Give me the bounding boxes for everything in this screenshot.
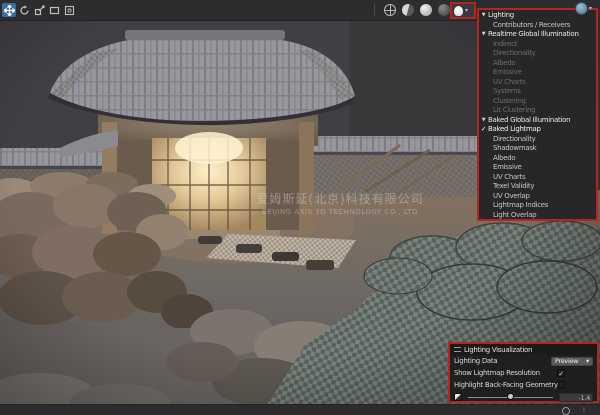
move-tool[interactable] xyxy=(2,3,16,17)
move-icon xyxy=(4,5,15,16)
menu-item-contributors-receivers[interactable]: Contributors / Receivers xyxy=(479,21,596,31)
menu-item-emissive[interactable]: Emissive xyxy=(479,163,596,173)
rotate-icon xyxy=(19,5,30,16)
panel-title: Lighting Visualization xyxy=(464,346,532,354)
exposure-row: -1.4 xyxy=(450,391,597,403)
menu-item-label: UV Charts xyxy=(488,173,525,183)
menu-item-label: UV Charts xyxy=(488,78,525,88)
lighting-debug-menu: ▼LightingContributors / Receivers▼Realti… xyxy=(477,8,598,221)
rect-tool[interactable] xyxy=(47,3,61,17)
menu-item-baked-lightmap[interactable]: ✓Baked Lightmap xyxy=(479,125,596,135)
gradient-swatch-icon xyxy=(454,393,462,401)
menu-item-systems[interactable]: Systems xyxy=(479,87,596,97)
wireframe-sphere-icon[interactable] xyxy=(384,4,396,16)
transform-tool[interactable] xyxy=(62,3,76,17)
menu-item-label: Systems xyxy=(488,87,521,97)
menu-item-label: Light Overlap xyxy=(488,211,536,221)
alert-icon[interactable]: ! xyxy=(580,407,588,415)
menu-item-clustering[interactable]: Clustering xyxy=(479,97,596,107)
menu-item-label: Baked Lightmap xyxy=(488,125,541,135)
camera-icon xyxy=(575,2,588,15)
lighting-visualization-panel: Lighting Visualization Lighting Data Pre… xyxy=(448,342,599,403)
menu-item-uv-charts[interactable]: UV Charts xyxy=(479,173,596,183)
menu-item-uv-overlap[interactable]: UV Overlap xyxy=(479,192,596,202)
activity-icon[interactable] xyxy=(562,407,570,415)
menu-item-label: Emissive xyxy=(488,68,521,78)
status-bar: ! xyxy=(0,404,600,415)
menu-item-indirect[interactable]: Indirect xyxy=(479,40,596,50)
exposure-slider[interactable] xyxy=(468,392,553,402)
shaded-sphere-icon[interactable] xyxy=(420,4,432,16)
show-lightmap-resolution-row: Show Lightmap Resolution ✓ xyxy=(450,367,597,379)
chevron-down-icon: ▾ xyxy=(589,5,592,12)
menu-item-label: Indirect xyxy=(488,40,517,50)
menu-item-label: UV Overlap xyxy=(488,192,530,202)
unity-scene-window: 爱姆斯延(北京)科技有限公司 BEIJING AXIS 3D TECHNOLOG… xyxy=(0,0,600,415)
check-icon: ✓ xyxy=(479,125,488,135)
menu-item-directionality[interactable]: Directionality xyxy=(479,49,596,59)
menu-item-label: Directionality xyxy=(488,49,536,59)
menu-item-label: Realtime Global Illumination xyxy=(488,30,579,40)
menu-item-baked-global-illumination[interactable]: ▼Baked Global Illumination xyxy=(479,116,596,126)
scale-tool[interactable] xyxy=(32,3,46,17)
menu-item-label: Emissive xyxy=(488,163,521,173)
highlight-backfacing-row: Highlight Back-Facing Geometry xyxy=(450,379,597,391)
camera-settings-button[interactable]: ▾ xyxy=(575,2,592,15)
dark-sphere-icon[interactable] xyxy=(438,4,450,16)
menu-item-label: Albedo xyxy=(488,154,515,164)
menu-item-albedo[interactable]: Albedo xyxy=(479,59,596,69)
menu-item-emissive[interactable]: Emissive xyxy=(479,68,596,78)
panel-titlebar[interactable]: Lighting Visualization xyxy=(450,344,597,355)
menu-item-texel-validity[interactable]: Texel Validity xyxy=(479,182,596,192)
foldout-triangle-icon: ▼ xyxy=(479,30,488,40)
menu-item-uv-charts[interactable]: UV Charts xyxy=(479,78,596,88)
highlight-backfacing-checkbox[interactable] xyxy=(558,381,565,389)
transform-icon xyxy=(64,5,75,16)
lighting-debug-mode-button[interactable]: ▾ xyxy=(450,2,476,19)
lighting-data-dropdown[interactable]: Preview ▾ xyxy=(551,357,593,366)
menu-item-shadowmask[interactable]: Shadowmask xyxy=(479,144,596,154)
chevron-down-icon: ▾ xyxy=(586,357,589,365)
menu-item-lit-clustering[interactable]: Lit Clustering xyxy=(479,106,596,116)
highlight-backfacing-label: Highlight Back-Facing Geometry xyxy=(454,381,558,389)
menu-item-realtime-global-illumination[interactable]: ▼Realtime Global Illumination xyxy=(479,30,596,40)
slider-handle[interactable] xyxy=(507,393,514,400)
foldout-triangle-icon: ▼ xyxy=(479,11,488,21)
menu-item-albedo[interactable]: Albedo xyxy=(479,154,596,164)
lighting-data-label: Lighting Data xyxy=(454,357,551,365)
rect-icon xyxy=(49,5,60,16)
menu-item-label: Albedo xyxy=(488,59,515,69)
chevron-down-icon: ▾ xyxy=(465,7,468,14)
menu-item-label: Texel Validity xyxy=(488,182,534,192)
menu-item-directionality[interactable]: Directionality xyxy=(479,135,596,145)
lighting-menu-list: ▼LightingContributors / Receivers▼Realti… xyxy=(479,11,596,220)
scale-icon xyxy=(34,5,45,16)
foldout-triangle-icon: ▼ xyxy=(479,116,488,126)
menu-item-label: Lightmap Indices xyxy=(488,201,548,211)
menu-item-lightmap-indices[interactable]: Lightmap Indices xyxy=(479,201,596,211)
scene-right-wall xyxy=(306,136,496,197)
rotate-tool[interactable] xyxy=(17,3,31,17)
exposure-value[interactable]: -1.4 xyxy=(559,393,593,402)
toolbar-separator xyxy=(374,4,375,16)
show-lightmap-resolution-checkbox[interactable]: ✓ xyxy=(557,369,565,377)
menu-item-label: Lighting xyxy=(488,11,514,21)
lighting-data-value: Preview xyxy=(555,357,578,365)
menu-item-label: Lit Clustering xyxy=(488,106,535,116)
light-bulb-icon xyxy=(454,6,463,16)
show-lightmap-resolution-label: Show Lightmap Resolution xyxy=(454,369,557,377)
menu-item-label: Contributors / Receivers xyxy=(488,21,570,31)
lighting-data-row: Lighting Data Preview ▾ xyxy=(450,355,597,367)
half-shaded-sphere-icon[interactable] xyxy=(402,4,414,16)
menu-item-light-overlap[interactable]: Light Overlap xyxy=(479,211,596,221)
menu-lines-icon xyxy=(454,347,461,352)
menu-item-label: Shadowmask xyxy=(488,144,536,154)
menu-item-label: Baked Global Illumination xyxy=(488,116,570,126)
menu-item-label: Clustering xyxy=(488,97,526,107)
menu-item-label: Directionality xyxy=(488,135,536,145)
